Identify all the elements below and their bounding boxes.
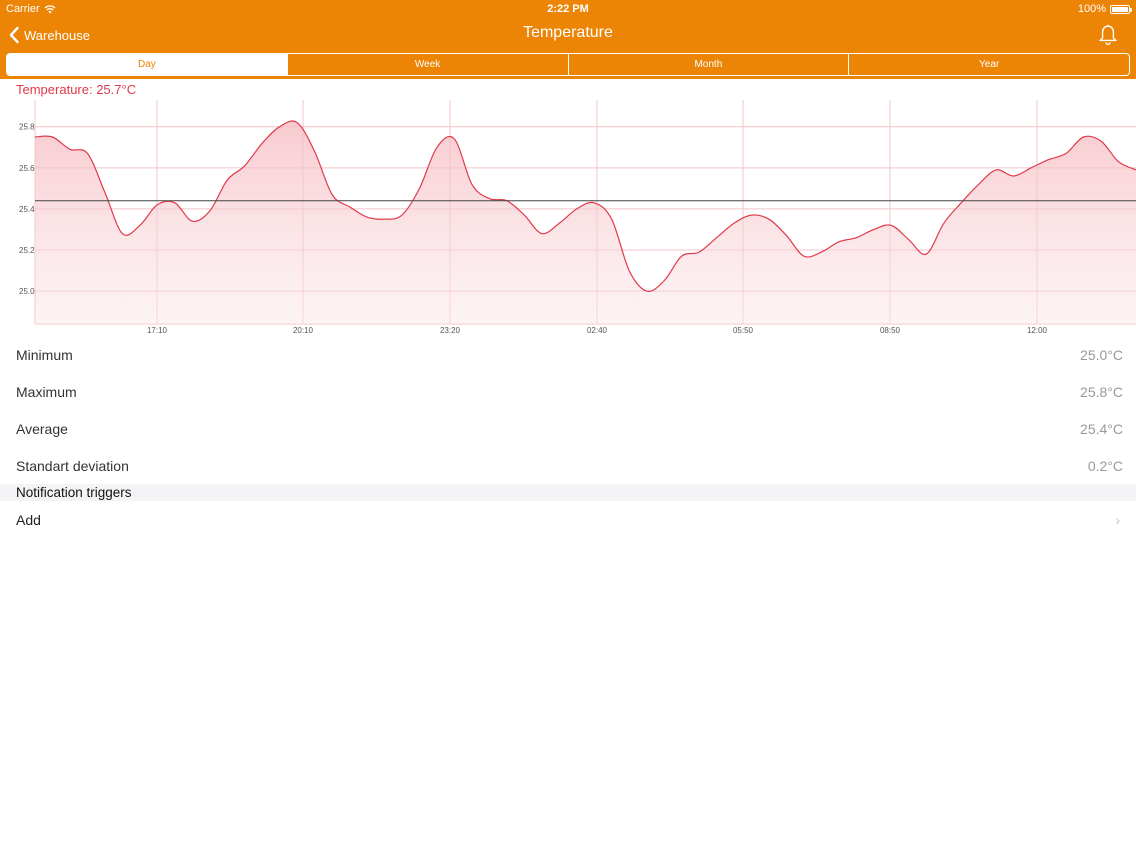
- tab-day[interactable]: Day: [7, 54, 288, 75]
- stat-value: 0.2°C: [1087, 457, 1123, 474]
- section-header-notification-triggers: Notification triggers: [0, 484, 1136, 501]
- status-battery: 100%: [1077, 3, 1132, 15]
- add-trigger-row[interactable]: Add ›: [0, 502, 1136, 538]
- temperature-chart: 25.0 25.2 25.4 25.6 25.8 17:10 20:10 23:20 02:40…: [19, 100, 1136, 335]
- battery-icon: [1110, 4, 1132, 14]
- bell-icon[interactable]: [1096, 23, 1120, 47]
- tab-week[interactable]: Week: [288, 54, 569, 75]
- page-title: Temperature: [523, 24, 613, 41]
- y-tick-label: 25.2: [19, 246, 35, 255]
- x-tick-label: 02:40: [587, 326, 608, 335]
- stat-row-average: Average 25.4°C: [0, 410, 1136, 447]
- stat-row-standard-deviation: Standart deviation 0.2°C: [0, 447, 1136, 484]
- stat-value: 25.8°C: [1080, 383, 1123, 400]
- chevron-right-icon: ›: [1115, 512, 1120, 528]
- y-tick-label: 25.0: [19, 287, 35, 296]
- current-temperature: Temperature: 25.7°C: [16, 82, 137, 97]
- x-tick-label: 12:00: [1027, 326, 1048, 335]
- status-bar: Carrier 2:22 PM 100%: [0, 0, 1136, 18]
- x-tick-label: 23:20: [440, 326, 461, 335]
- x-tick-label: 20:10: [293, 326, 314, 335]
- y-tick-label: 25.6: [19, 164, 35, 173]
- add-label: Add: [16, 512, 41, 528]
- statistics-list: Minimum 25.0°C Maximum 25.8°C Average 25…: [0, 336, 1136, 484]
- stat-label: Minimum: [16, 346, 73, 363]
- stat-label: Maximum: [16, 383, 77, 400]
- y-tick-label: 25.8: [19, 123, 35, 132]
- stat-value: 25.4°C: [1080, 420, 1123, 437]
- stat-value: 25.0°C: [1080, 346, 1123, 363]
- tab-month[interactable]: Month: [569, 54, 850, 75]
- x-tick-label: 05:50: [733, 326, 754, 335]
- x-tick-label: 17:10: [147, 326, 168, 335]
- status-time: 2:22 PM: [547, 3, 589, 15]
- x-tick-label: 08:50: [880, 326, 901, 335]
- stat-label: Standart deviation: [16, 457, 129, 474]
- stat-row-minimum: Minimum 25.0°C: [0, 336, 1136, 373]
- tab-year[interactable]: Year: [849, 54, 1129, 75]
- y-tick-label: 25.4: [19, 205, 35, 214]
- temperature-area: [35, 121, 1136, 324]
- battery-percent: 100%: [1077, 3, 1106, 15]
- navigation-header: Carrier 2:22 PM 100% Warehouse Temperatu…: [0, 0, 1136, 79]
- period-selector: Day Week Month Year: [6, 53, 1130, 76]
- stat-label: Average: [16, 420, 68, 437]
- stat-row-maximum: Maximum 25.8°C: [0, 373, 1136, 410]
